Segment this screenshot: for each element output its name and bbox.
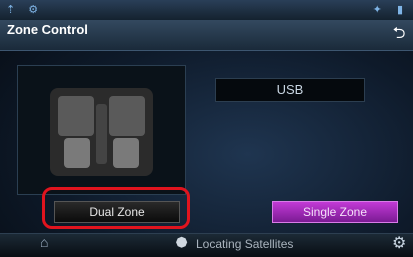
single-zone-button[interactable]: Single Zone bbox=[272, 201, 398, 223]
gear-icon[interactable]: ⚙ bbox=[392, 233, 406, 253]
dual-zone-button[interactable]: Dual Zone bbox=[54, 201, 180, 223]
navigation-status: Locating Satellites bbox=[196, 237, 294, 251]
source-display[interactable]: USB bbox=[215, 78, 365, 102]
seat-icon bbox=[50, 88, 153, 176]
seat-diagram bbox=[17, 65, 186, 195]
satellite-icon: ⯄ bbox=[176, 235, 188, 251]
back-arrow-icon[interactable]: ⮌ bbox=[388, 22, 410, 46]
zone-control-screen: ⇡ ⚙ ✦ ▮ Zone Control ⮌ USB Dual Zone Sin… bbox=[0, 0, 413, 257]
status-icons-right: ✦ ▮ bbox=[372, 4, 409, 16]
home-icon[interactable]: ⌂ bbox=[40, 234, 48, 250]
status-icons-left: ⇡ ⚙ bbox=[6, 4, 44, 16]
status-bar bbox=[0, 0, 413, 20]
page-title: Zone Control bbox=[7, 22, 88, 37]
